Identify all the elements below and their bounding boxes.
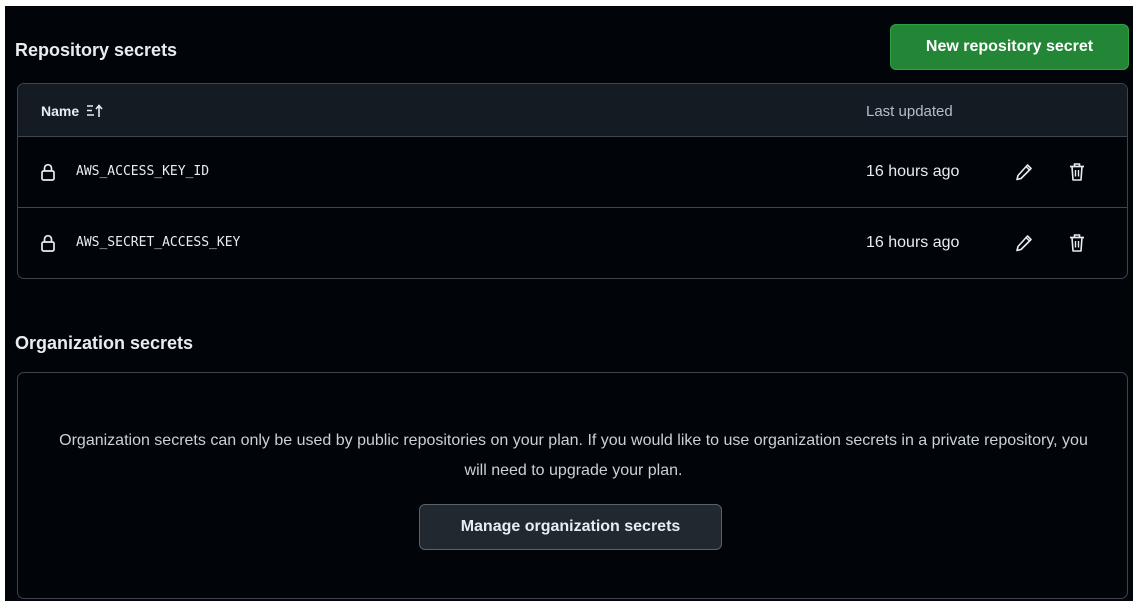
organization-secrets-box: Organization secrets can only be used by… (17, 372, 1128, 599)
new-repository-secret-button[interactable]: New repository secret (890, 24, 1129, 70)
table-row: AWS_SECRET_ACCESS_KEY 16 hours ago (18, 208, 1127, 278)
organization-secrets-message: Organization secrets can only be used by… (59, 432, 1088, 479)
sort-ascending-icon (87, 104, 103, 117)
pencil-icon (1016, 235, 1032, 252)
table-header: Name Last updated (18, 84, 1127, 137)
lock-icon (41, 163, 55, 181)
secret-last-updated: 16 hours ago (866, 234, 960, 251)
manage-organization-secrets-button[interactable]: Manage organization secrets (419, 504, 722, 550)
name-column-header[interactable]: Name (41, 103, 103, 119)
table-row: AWS_ACCESS_KEY_ID 16 hours ago (18, 137, 1127, 208)
organization-secrets-title: Organization secrets (15, 333, 194, 353)
edit-secret-button[interactable] (1011, 159, 1037, 185)
edit-secret-button[interactable] (1011, 230, 1037, 256)
delete-secret-button[interactable] (1064, 159, 1090, 185)
repository-secrets-table: Name Last updated AWS_ACCESS_KEY_ID 16 h… (17, 83, 1128, 279)
name-column-label: Name (41, 103, 80, 119)
trash-icon (1070, 163, 1084, 181)
lock-icon (41, 234, 55, 252)
last-updated-column-header: Last updated (866, 103, 953, 120)
repository-secrets-title: Repository secrets (15, 40, 178, 60)
secrets-page: Repository secrets New repository secret… (5, 6, 1133, 601)
secret-last-updated: 16 hours ago (866, 163, 960, 180)
delete-secret-button[interactable] (1064, 230, 1090, 256)
pencil-icon (1016, 164, 1032, 181)
secret-name: AWS_SECRET_ACCESS_KEY (76, 235, 241, 250)
trash-icon (1070, 234, 1084, 252)
page-frame: Repository secrets New repository secret… (0, 0, 1139, 601)
secret-name: AWS_ACCESS_KEY_ID (76, 164, 210, 179)
